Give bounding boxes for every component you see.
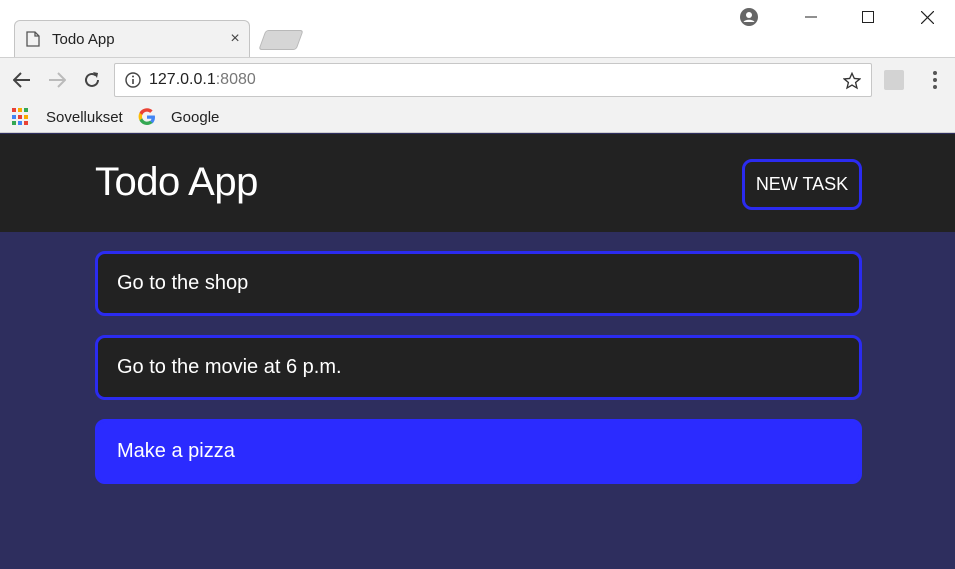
- pdf-extension-icon[interactable]: [884, 70, 904, 90]
- new-task-button[interactable]: NEW TASK: [742, 159, 862, 210]
- task-item-selected[interactable]: Make a pizza: [95, 419, 862, 484]
- kebab-menu-icon[interactable]: [925, 68, 945, 92]
- task-label: Make a pizza: [117, 440, 235, 462]
- page-title: Todo App: [95, 160, 258, 204]
- app-header: Todo App NEW TASK: [0, 134, 955, 232]
- browser-tab-content[interactable]: Todo App ×: [26, 22, 244, 56]
- bookmarks-bar: Sovellukset Google: [0, 101, 955, 133]
- bookmark-google[interactable]: Google: [138, 105, 219, 129]
- reload-icon[interactable]: [78, 66, 106, 94]
- browser-toolbar: 127.0.0.1:8080: [0, 57, 955, 101]
- new-tab-button[interactable]: [258, 30, 304, 50]
- forward-arrow-icon[interactable]: [43, 66, 71, 94]
- maximize-icon[interactable]: [848, 2, 888, 32]
- task-list: Go to the shop Go to the movie at 6 p.m.…: [95, 251, 862, 503]
- title-bar: Todo App ×: [0, 0, 955, 58]
- window-close-icon[interactable]: [907, 2, 947, 32]
- bookmark-star-icon[interactable]: [841, 70, 863, 92]
- minimize-icon[interactable]: [791, 2, 831, 32]
- url-port: :8080: [215, 71, 256, 88]
- bookmark-label: Sovellukset: [46, 108, 123, 126]
- apps-grid-icon: [12, 108, 30, 126]
- info-icon[interactable]: [123, 70, 143, 90]
- bookmark-label: Google: [171, 108, 220, 126]
- tab-close-icon[interactable]: ×: [226, 30, 244, 48]
- task-label: Go to the shop: [117, 272, 249, 294]
- google-icon: [138, 108, 155, 125]
- bookmark-apps[interactable]: Sovellukset: [12, 105, 123, 129]
- browser-chrome: Todo App × 127.0.0.1:8080 Sovellukset G…: [0, 0, 955, 133]
- document-icon: [26, 31, 40, 47]
- task-label: Go to the movie at 6 p.m.: [117, 356, 342, 378]
- tab-title: Todo App: [52, 30, 115, 48]
- task-item[interactable]: Go to the shop: [95, 251, 862, 316]
- task-item[interactable]: Go to the movie at 6 p.m.: [95, 335, 862, 400]
- account-icon[interactable]: [729, 2, 769, 32]
- back-arrow-icon[interactable]: [8, 66, 36, 94]
- url-host: 127.0.0.1: [149, 71, 216, 88]
- address-bar[interactable]: 127.0.0.1:8080: [114, 63, 872, 97]
